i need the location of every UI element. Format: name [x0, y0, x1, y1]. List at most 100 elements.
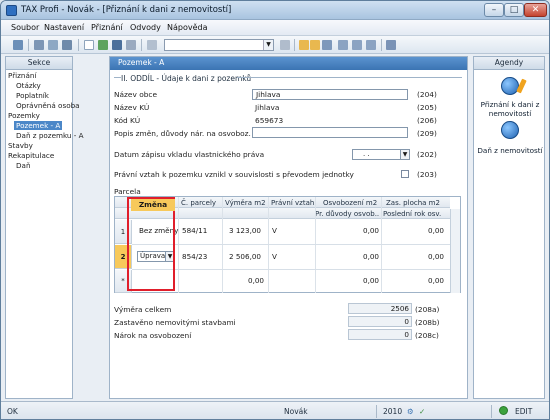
grid-icon[interactable] — [322, 40, 332, 50]
col-header-osvobozeni[interactable]: Osvobození m2 — [323, 199, 377, 207]
chevron-down-icon: ▼ — [263, 40, 273, 50]
agendy-panel: Agendy Přiznání k dani z nemovitostí Daň… — [473, 56, 545, 399]
menu-nastaveni[interactable]: Nastavení — [44, 23, 84, 32]
cell-parcela[interactable]: 854/23 — [182, 252, 207, 261]
vymera-celkem-value: 2506 — [348, 303, 412, 314]
vymera-celkem-label: Výměra celkem — [114, 305, 172, 314]
property-tax-icon[interactable] — [501, 121, 519, 139]
menu-napoveda[interactable]: Nápověda — [167, 23, 208, 32]
cell-plocha[interactable]: 0,00 — [428, 226, 444, 235]
narok-value: 0 — [348, 329, 412, 340]
sidebar-item-opravnena-osoba[interactable]: Oprávněná osoba — [16, 101, 80, 110]
narok-code: (208c) — [415, 331, 439, 340]
sidebar-item-stavby[interactable]: Stavby — [8, 141, 33, 150]
sidebar-item-dan-z-pozemku[interactable]: Daň z pozemku - A — [16, 131, 84, 140]
sidebar-header: Sekce — [6, 57, 72, 70]
cell-plocha[interactable]: 0,00 — [428, 252, 444, 261]
tax-return-icon[interactable] — [501, 77, 527, 95]
back-icon[interactable] — [280, 40, 290, 50]
col-header-vymera[interactable]: Výměra m2 — [225, 199, 266, 207]
col-header-zmena[interactable]: Změna — [131, 199, 175, 211]
columns-icon[interactable] — [352, 40, 362, 50]
zastaveno-label: Zastavěno nemovitými stavbami — [114, 318, 236, 327]
cell-vztah[interactable]: V — [272, 252, 277, 261]
narok-label: Nárok na osvobození — [114, 331, 192, 340]
nazev-ku-code: (205) — [417, 103, 437, 112]
cell-vymera[interactable]: 3 123,00 — [229, 226, 261, 235]
print-setup-icon[interactable] — [62, 40, 72, 50]
minimize-button[interactable]: – — [484, 3, 504, 17]
list-icon[interactable] — [338, 40, 348, 50]
sidebar-item-pozemek-a[interactable]: Pozemek - A — [14, 121, 63, 130]
cell-osvobozeni[interactable]: 0,00 — [363, 276, 379, 285]
agenda-item-priznani[interactable]: Přiznání k dani z nemovitostí — [476, 100, 544, 118]
popis-input[interactable] — [252, 127, 408, 138]
folder-open-icon[interactable] — [310, 40, 320, 50]
zastaveno-value: 0 — [348, 316, 412, 327]
table-icon[interactable] — [366, 40, 376, 50]
zmena-column-highlight — [127, 197, 175, 291]
col-header-plocha[interactable]: Zas. plocha m2 — [386, 199, 440, 207]
grid-line — [178, 197, 179, 293]
grid-line — [132, 244, 450, 245]
col-header-parcela[interactable]: Č. parcely — [181, 199, 216, 207]
check-icon[interactable] — [98, 40, 108, 50]
cell-vztah[interactable]: V — [272, 226, 277, 235]
content-header: Pozemek - A — [110, 57, 467, 70]
toolbar-combo[interactable]: ▼ — [164, 39, 274, 51]
close-button[interactable]: ✕ — [524, 3, 547, 17]
sidebar-item-poplatnik[interactable]: Poplatník — [16, 91, 49, 100]
datum-input[interactable]: . . ▼ — [352, 149, 410, 160]
save-icon[interactable] — [112, 40, 122, 50]
new-document-icon[interactable] — [84, 40, 94, 50]
pravni-vztah-checkbox[interactable] — [401, 170, 409, 178]
sidebar-item-otazky[interactable]: Otázky — [16, 81, 41, 90]
print-icon[interactable] — [34, 40, 44, 50]
nazev-ku-value: Jihlava — [255, 103, 280, 112]
popis-label: Popis změn, důvody nár. na osvoboz. — [114, 129, 251, 138]
nazev-obce-input[interactable]: Jihlava — [252, 89, 408, 100]
kod-ku-code: (206) — [417, 116, 437, 125]
col-subheader-duvody[interactable]: Pr. důvody osvob.. — [315, 210, 379, 218]
pen-icon — [516, 78, 527, 94]
settings-icon[interactable]: ⚙ — [407, 407, 414, 416]
datum-value: . . — [363, 150, 370, 158]
sidebar-item-pozemky[interactable]: Pozemky — [8, 111, 40, 120]
nazev-ku-label: Název KÚ — [114, 103, 150, 112]
status-year: 2010 — [383, 407, 403, 416]
grid-scrollbar[interactable] — [450, 209, 460, 293]
preview-icon[interactable] — [48, 40, 58, 50]
window-title: TAX Profi - Novák - [Přiznání k dani z n… — [21, 5, 232, 15]
chevron-down-icon[interactable]: ▼ — [400, 150, 409, 159]
status-user: Novák — [284, 407, 308, 416]
cell-osvobozeni[interactable]: 0,00 — [363, 226, 379, 235]
toolbar-separator — [78, 39, 79, 51]
status-mode: EDIT — [515, 407, 533, 416]
cell-vymera[interactable]: 2 506,00 — [229, 252, 261, 261]
sidebar-item-rekapitulace[interactable]: Rekapitulace — [8, 151, 54, 160]
open-icon[interactable] — [13, 40, 23, 50]
grid-line — [381, 197, 382, 293]
cell-osvobozeni[interactable]: 0,00 — [363, 252, 379, 261]
col-subheader-posledni-rok[interactable]: Poslední rok osv. — [383, 210, 441, 218]
settings-icon[interactable] — [386, 40, 396, 50]
folder-icon[interactable] — [299, 40, 309, 50]
menu-priznani[interactable]: Přiznání — [91, 23, 123, 32]
paste-icon[interactable] — [147, 40, 157, 50]
check-icon: ✓ — [419, 407, 426, 416]
agenda-item-dan[interactable]: Daň z nemovitostí — [476, 146, 544, 155]
sidebar-item-priznani[interactable]: Přiznání — [8, 71, 36, 80]
maximize-button[interactable]: □ — [504, 3, 524, 17]
sidebar-item-dan[interactable]: Daň — [16, 161, 31, 170]
cell-plocha[interactable]: 0,00 — [428, 276, 444, 285]
cell-parcela[interactable]: 584/11 — [182, 226, 207, 235]
col-header-vztah[interactable]: Právní vztah — [271, 199, 314, 207]
cell-vymera[interactable]: 0,00 — [248, 276, 264, 285]
grid-line — [315, 197, 316, 293]
copy-icon[interactable] — [126, 40, 136, 50]
menu-odvody[interactable]: Odvody — [130, 23, 161, 32]
menu-soubor[interactable]: Soubor — [11, 23, 39, 32]
section-sidebar: Sekce Přiznání Otázky Poplatník Oprávněn… — [5, 56, 84, 399]
status-ok: OK — [7, 407, 18, 416]
vymera-celkem-code: (208a) — [415, 305, 440, 314]
